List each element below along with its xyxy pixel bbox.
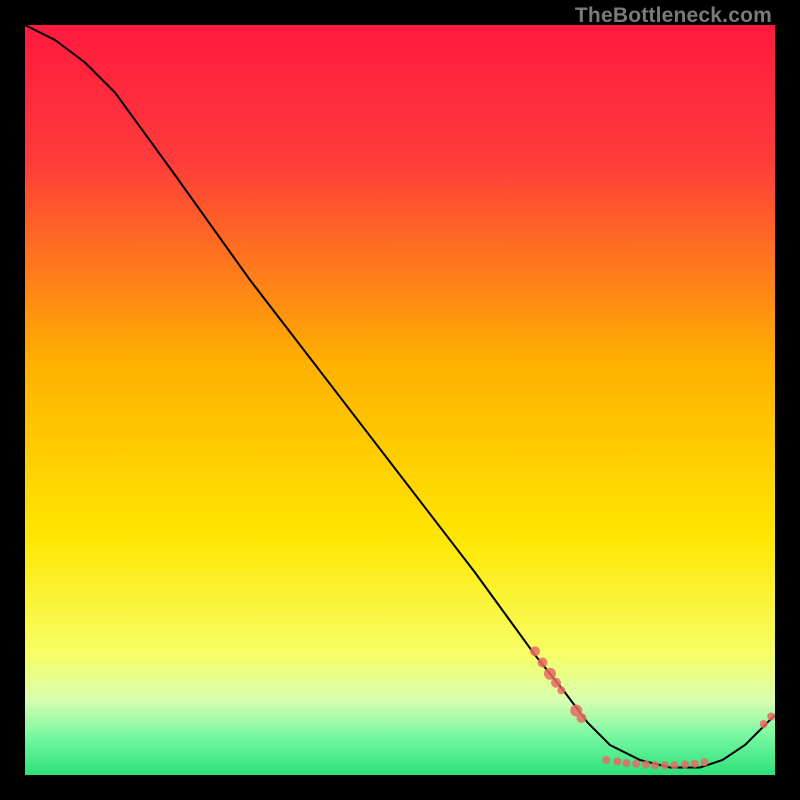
data-point-marker [661, 761, 669, 769]
data-point-marker [602, 756, 610, 764]
data-point-marker [551, 678, 561, 688]
data-point-marker [538, 658, 548, 668]
data-point-marker [577, 713, 587, 723]
data-point-marker [642, 761, 650, 769]
data-point-marker [557, 686, 565, 694]
chart-frame: TheBottleneck.com [0, 0, 800, 800]
gradient-background [25, 25, 775, 775]
data-point-marker [632, 760, 640, 768]
data-point-marker [760, 720, 768, 728]
data-point-marker [671, 761, 679, 769]
data-point-marker [767, 713, 775, 721]
data-point-marker [614, 758, 622, 766]
data-point-marker [530, 646, 540, 656]
data-point-marker [623, 759, 631, 767]
data-point-marker [544, 668, 556, 680]
data-point-marker [691, 760, 699, 768]
bottleneck-chart [25, 25, 775, 775]
data-point-marker [651, 761, 659, 769]
data-point-marker [681, 761, 689, 769]
data-point-marker [701, 758, 709, 766]
